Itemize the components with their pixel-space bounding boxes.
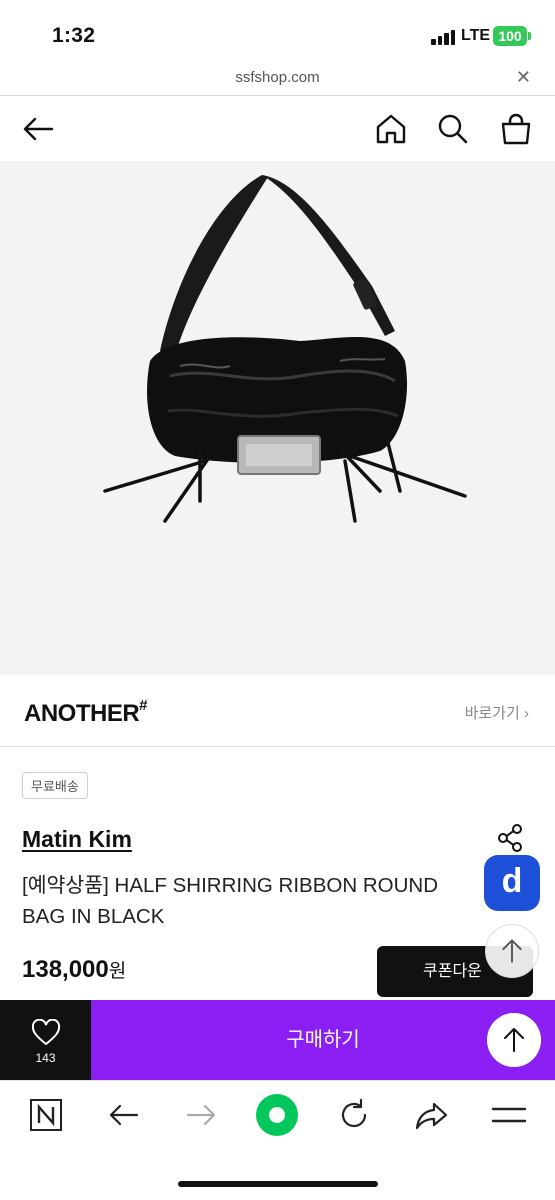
brand-shortcut-link[interactable]: 바로가기 › bbox=[465, 702, 529, 723]
buy-bar: 143 구매하기 bbox=[0, 1000, 555, 1080]
signal-icon bbox=[431, 29, 457, 45]
share-nodes-icon[interactable] bbox=[495, 822, 527, 854]
home-indicator bbox=[178, 1181, 378, 1187]
network-label: LTE bbox=[461, 27, 491, 44]
naver-n-icon[interactable] bbox=[26, 1095, 66, 1135]
buy-button[interactable]: 구매하기 bbox=[91, 1000, 555, 1080]
buy-button-label: 구매하기 bbox=[286, 1029, 360, 1051]
brand-logo[interactable]: ANOTHER# bbox=[24, 697, 148, 728]
menu-icon[interactable] bbox=[489, 1095, 529, 1135]
brand-logo-mark: # bbox=[139, 697, 148, 714]
free-shipping-badge: 무료배송 bbox=[22, 772, 88, 799]
battery-tip bbox=[528, 32, 531, 40]
url-text[interactable]: ssfshop.com bbox=[0, 69, 555, 86]
site-header bbox=[0, 97, 555, 161]
brand-row[interactable]: ANOTHER# 바로가기 › bbox=[0, 675, 555, 747]
status-bar: 1:32 LTE 100 bbox=[0, 0, 555, 62]
price-unit: 원 bbox=[108, 961, 127, 982]
heart-icon bbox=[31, 1019, 61, 1046]
status-time: 1:32 bbox=[52, 24, 96, 47]
product-price: 138,000원 bbox=[22, 956, 126, 984]
close-icon[interactable]: ✕ bbox=[516, 67, 531, 88]
scroll-top-floating-button[interactable] bbox=[485, 924, 539, 978]
wishlist-count: 143 bbox=[35, 1051, 56, 1065]
brand-logo-text: ANOTHER bbox=[24, 700, 140, 727]
wishlist-button[interactable]: 143 bbox=[0, 1000, 91, 1080]
product-image[interactable] bbox=[0, 161, 555, 675]
green-dot-icon[interactable] bbox=[255, 1093, 299, 1137]
forward-icon[interactable] bbox=[181, 1095, 221, 1135]
url-bar[interactable]: ssfshop.com ✕ bbox=[0, 62, 555, 96]
home-icon[interactable] bbox=[373, 111, 409, 147]
battery-icon: 100 bbox=[493, 26, 527, 46]
back-arrow-icon[interactable] bbox=[20, 111, 56, 147]
d-app-button[interactable]: d bbox=[484, 855, 540, 911]
back-icon[interactable] bbox=[104, 1095, 144, 1135]
shopping-bag-icon[interactable] bbox=[498, 111, 534, 147]
maker-link[interactable]: Matin Kim bbox=[22, 826, 132, 853]
search-icon[interactable] bbox=[435, 111, 471, 147]
bag-image bbox=[103, 175, 467, 523]
share-icon[interactable] bbox=[411, 1095, 451, 1135]
scroll-to-top-button[interactable] bbox=[487, 1013, 541, 1067]
product-title: [예약상품] HALF SHIRRING RIBBON ROUND BAG IN… bbox=[22, 874, 439, 928]
price-value: 138,000 bbox=[22, 956, 109, 983]
refresh-icon[interactable] bbox=[334, 1095, 374, 1135]
